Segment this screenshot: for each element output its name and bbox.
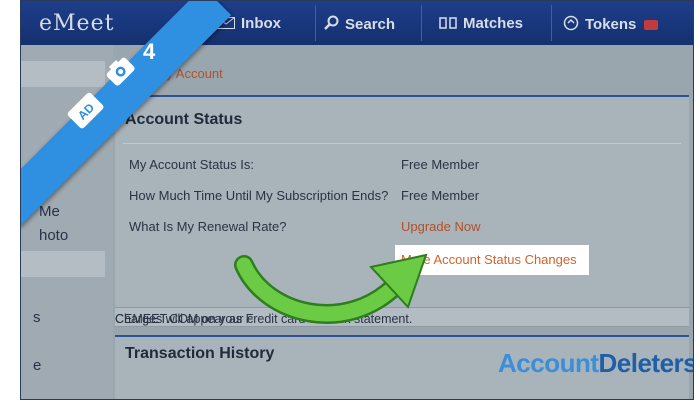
- sidebar-header-strip: [21, 61, 105, 87]
- search-icon: [323, 15, 339, 35]
- nav-search[interactable]: Search: [323, 15, 395, 35]
- nav-matches[interactable]: Matches: [439, 15, 523, 33]
- nav-matches-label: Matches: [463, 15, 524, 32]
- browser-frame: eMeet Inbox Search Matches Tokens Me hot…: [20, 0, 694, 400]
- envelope-icon: [217, 16, 235, 33]
- nav-search-label: Search: [345, 15, 396, 33]
- site-logo[interactable]: eMeet: [39, 11, 114, 36]
- status-row-label: My Account Status Is:: [129, 157, 254, 172]
- curved-arrow-icon: [226, 245, 436, 339]
- sidebar-item-s[interactable]: s: [33, 309, 41, 326]
- token-count-badge: [644, 20, 659, 30]
- top-navigation-bar: eMeet Inbox Search Matches Tokens: [21, 1, 693, 45]
- nav-divider: [551, 5, 552, 41]
- renewal-row-label: What Is My Renewal Rate?: [129, 219, 287, 234]
- transaction-history-title: Transaction History: [125, 345, 275, 362]
- subscription-row-label: How Much Time Until My Subscription Ends…: [129, 188, 389, 203]
- back-to-account-link[interactable]: k to My Account: [131, 66, 223, 81]
- status-row-value: Free Member: [401, 157, 480, 172]
- main-content: k to My Account Account Status My Accoun…: [113, 45, 693, 399]
- upgrade-now-link[interactable]: Upgrade Now: [401, 219, 481, 234]
- sidebar-item-me[interactable]: Me: [39, 203, 60, 220]
- sidebar-section-strip: [21, 251, 105, 277]
- watermark-deleters: Deleters: [598, 348, 694, 378]
- nav-divider: [201, 5, 202, 41]
- sidebar: Me hoto s e: [21, 45, 113, 399]
- nav-tokens[interactable]: Tokens: [563, 15, 659, 35]
- panel-separator: [123, 143, 681, 144]
- nav-inbox[interactable]: Inbox: [217, 15, 281, 33]
- nav-divider: [421, 5, 422, 41]
- nav-tokens-label: Tokens: [585, 15, 637, 33]
- watermark-account: Account: [498, 348, 599, 378]
- token-icon: [563, 15, 579, 35]
- nav-divider: [315, 5, 316, 41]
- account-status-title: Account Status: [125, 111, 243, 128]
- accountdeleters-watermark: AccountDeleters: [498, 348, 694, 379]
- subscription-row-value: Free Member: [401, 188, 480, 203]
- sidebar-item-photo[interactable]: hoto: [39, 227, 68, 244]
- matches-icon: [439, 16, 457, 33]
- nav-inbox-label: Inbox: [241, 15, 281, 32]
- sidebar-item-e[interactable]: e: [33, 357, 41, 374]
